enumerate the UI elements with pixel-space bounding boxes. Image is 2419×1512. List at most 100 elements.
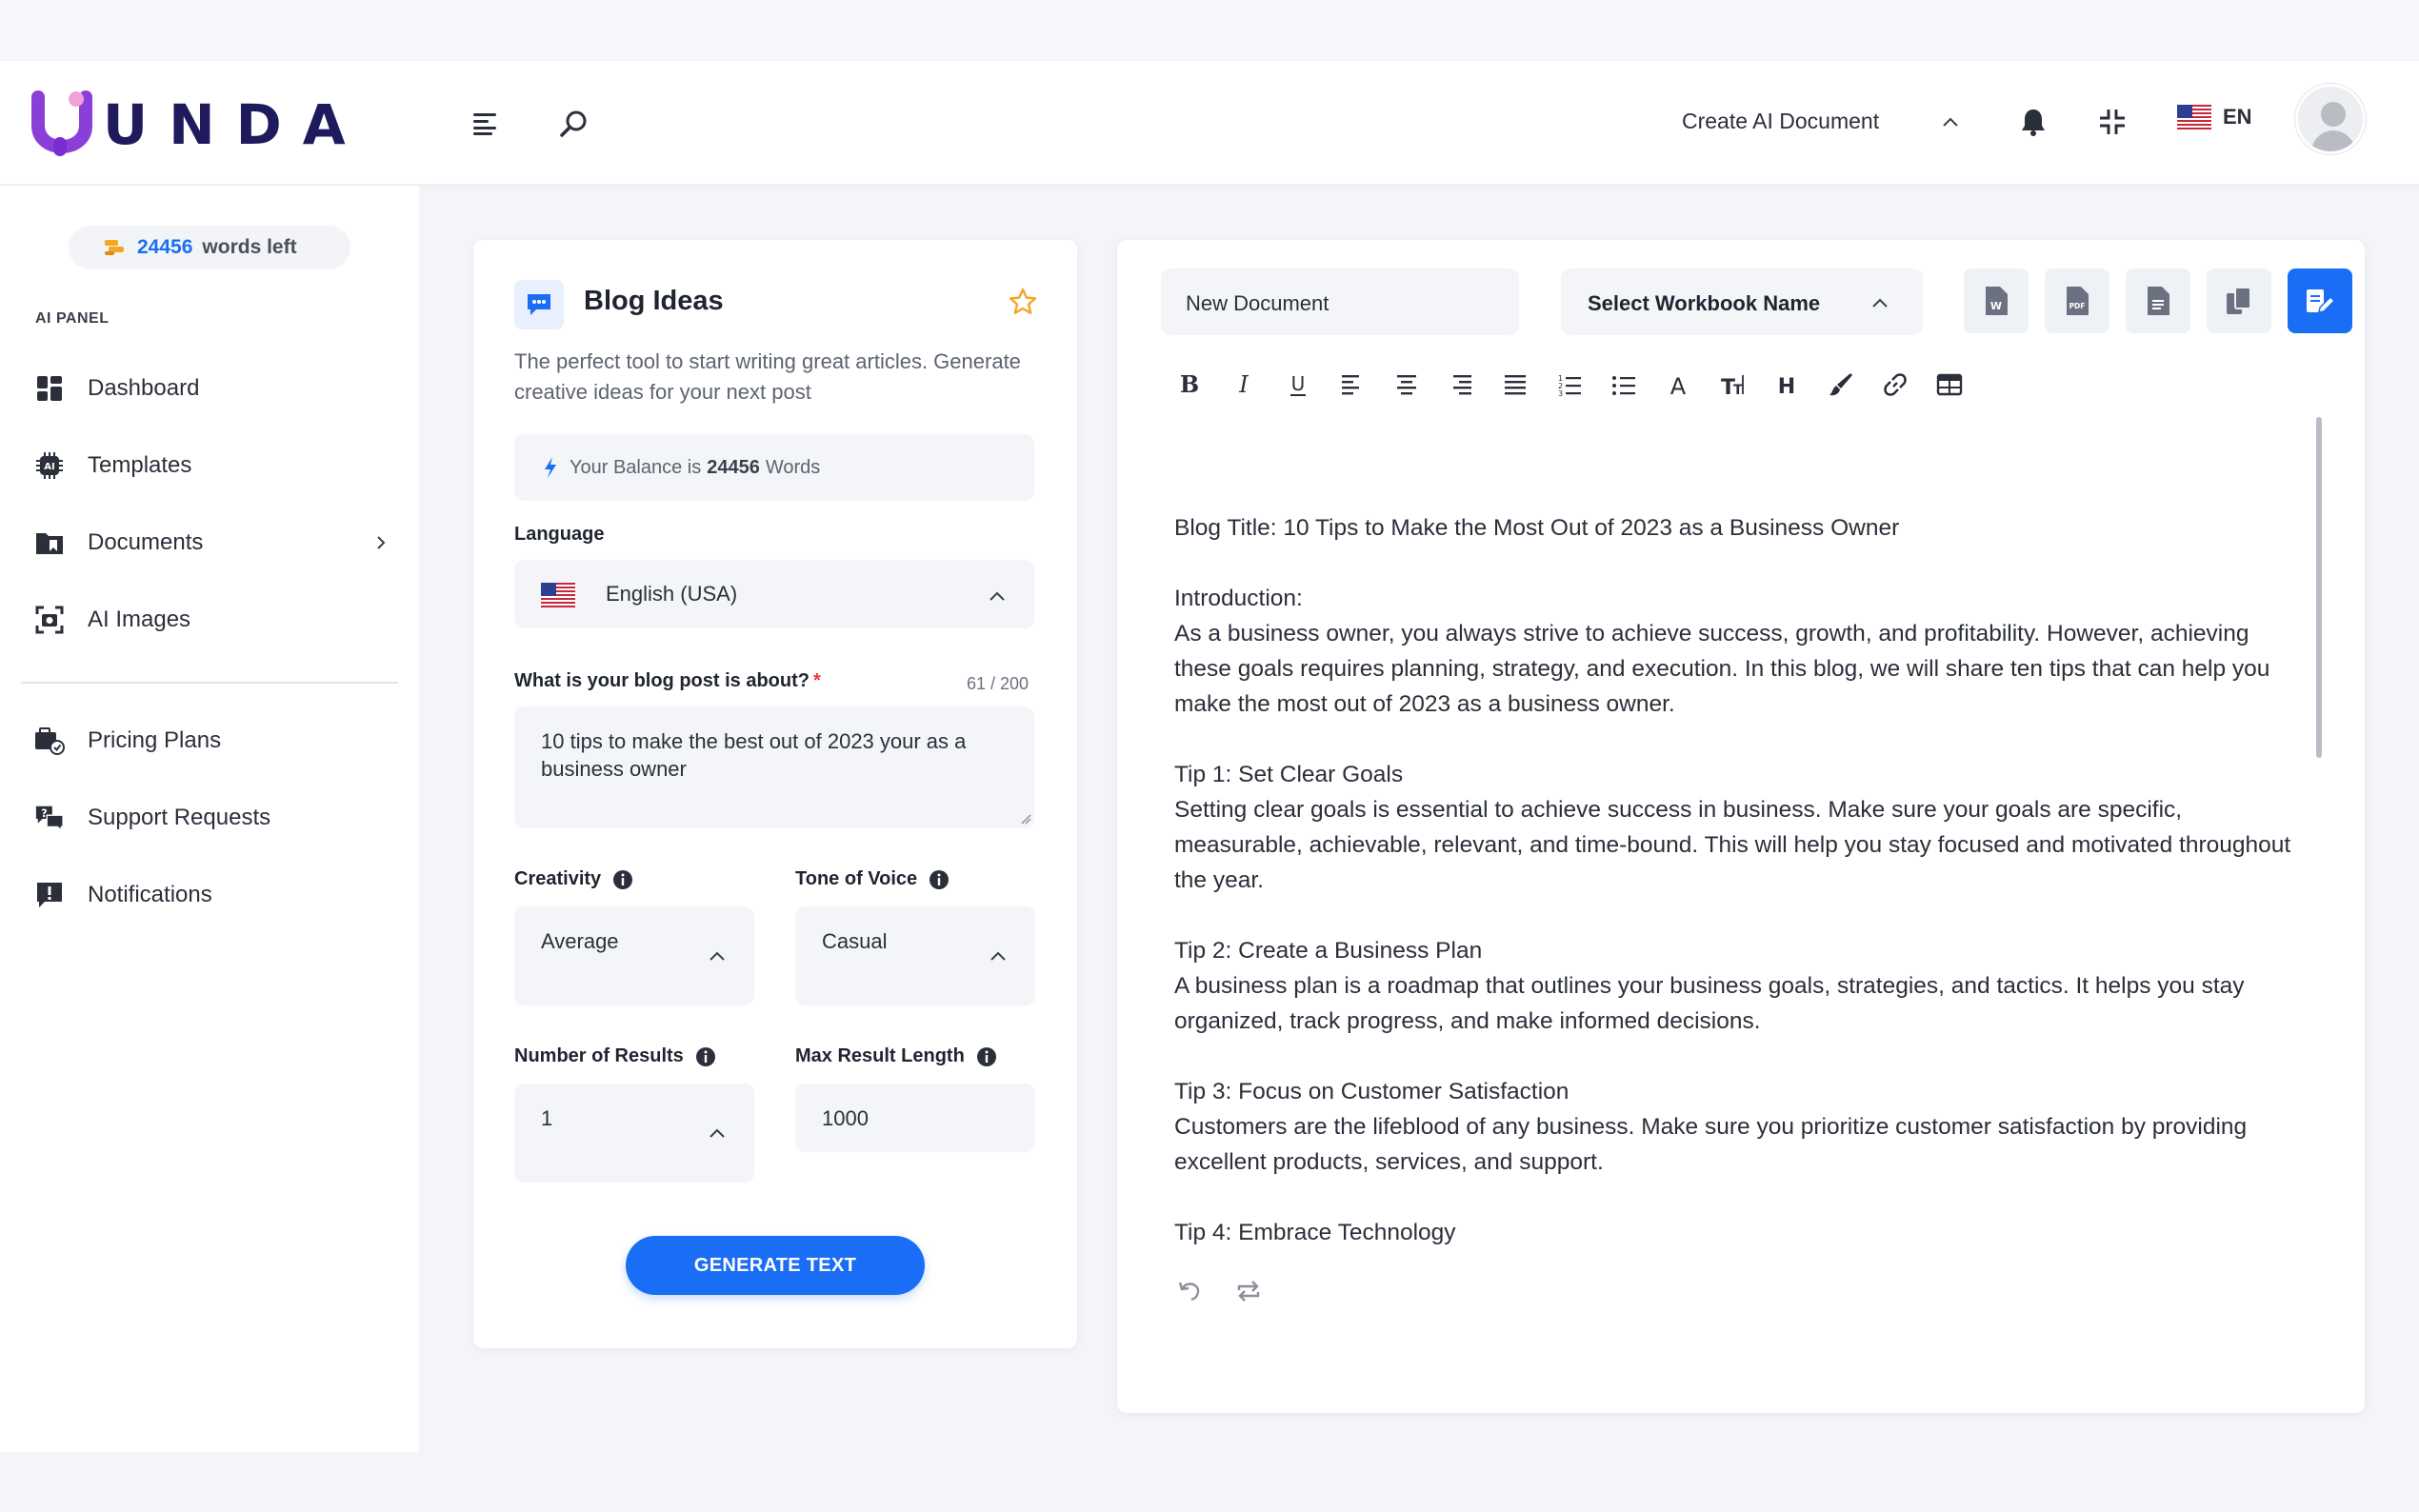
info-icon[interactable] [612,869,633,890]
editor-paragraph: Blog Title: 10 Tips to Make the Most Out… [1174,515,1900,541]
font-letter-icon: A [1670,373,1687,398]
svg-text:W: W [1990,300,2002,312]
max-length-input[interactable]: 1000 [795,1084,1035,1152]
sidebar-item-label: AI Images [88,607,191,632]
save-document-button[interactable] [2288,269,2352,333]
document-editor-card: New Document Select Workbook Name W PDF … [1117,240,2365,1413]
topic-label: What is your blog post is about? * [514,670,821,692]
sidebar-item-documents[interactable]: Documents [34,524,387,562]
results-select[interactable]: 1 [514,1084,754,1183]
font-size-button[interactable]: TT [1713,366,1751,404]
sidebar-item-notifications[interactable]: Notifications [34,876,387,914]
document-name-input[interactable]: New Document [1161,269,1519,335]
sidebar-item-templates[interactable]: AI Templates [34,447,387,485]
sidebar-item-ai-images[interactable]: AI Images [34,601,387,639]
table-icon [1936,373,1963,396]
justify-button[interactable] [1496,366,1534,404]
search-button[interactable] [552,103,594,145]
info-icon[interactable] [976,1046,997,1067]
sidebar: 24456 words left AI PANEL Dashboard AI T… [0,186,419,1452]
create-ai-document-label: Create AI Document [1682,109,1880,133]
user-avatar[interactable] [2295,84,2366,154]
underline-button[interactable]: U [1279,366,1317,404]
creativity-select[interactable]: Average [514,906,754,1005]
align-left-button[interactable] [1333,366,1371,404]
editor-toolbar: B I U 123 A TT H [1170,366,1985,404]
ordered-list-button[interactable]: 123 [1550,366,1589,404]
folder-icon [34,527,65,558]
menu-toggle-button[interactable] [465,103,507,145]
sidebar-item-support-requests[interactable]: ? Support Requests [34,799,387,837]
ordered-list-icon: 123 [1558,374,1581,398]
highlight-button[interactable] [1822,366,1860,404]
language-select[interactable]: English (USA) [514,560,1034,628]
insert-link-button[interactable] [1876,366,1914,404]
generate-text-button[interactable]: GENERATE TEXT [626,1236,925,1295]
heading-button[interactable]: H [1768,366,1806,404]
chevron-up-icon [1943,117,1958,127]
workbook-select[interactable]: Select Workbook Name [1561,269,1923,335]
redo-button[interactable] [1231,1274,1266,1308]
topic-textarea[interactable]: 10 tips to make the best out of 2023 you… [514,706,1034,828]
max-length-label-text: Max Result Length [795,1045,965,1066]
copy-button[interactable] [2207,269,2271,333]
editor-paragraph: Setting clear goals is essential to achi… [1174,797,2291,893]
logo[interactable]: UNDA [30,90,367,160]
words-left-badge: 24456 words left [69,226,350,269]
language-select-value: English (USA) [606,582,738,606]
export-word-button[interactable]: W [1964,269,2029,333]
topic-label-text: What is your blog post is about? [514,670,810,691]
tone-select[interactable]: Casual [795,906,1035,1005]
info-icon[interactable] [695,1046,716,1067]
tool-title: Blog Ideas [584,286,724,316]
link-icon [1884,373,1907,396]
undo-icon [1178,1282,1200,1302]
align-justify-icon [1505,375,1526,395]
align-right-button[interactable] [1442,366,1480,404]
support-icon: ? [34,803,65,833]
balance-suffix: Words [765,456,821,478]
font-color-button[interactable]: A [1659,366,1697,404]
favorite-star-button[interactable] [1009,288,1037,316]
info-icon[interactable] [929,869,950,890]
italic-button[interactable]: I [1225,366,1263,404]
align-center-button[interactable] [1388,366,1426,404]
coins-icon [105,240,124,255]
insert-table-button[interactable] [1930,366,1969,404]
align-center-icon [1397,375,1416,395]
notifications-button[interactable] [2012,101,2054,143]
sidebar-item-pricing-plans[interactable]: Pricing Plans [34,722,387,760]
bold-icon: B [1180,371,1199,398]
blog-ideas-form-card: Blog Ideas The perfect tool to start wri… [473,240,1077,1348]
resize-handle-icon[interactable] [1020,813,1031,825]
sidebar-item-label: Templates [88,452,192,478]
word-file-icon: W [1986,287,2008,315]
tone-select-value: Casual [822,929,888,953]
logo-mark-icon [31,90,92,156]
creativity-label-text: Creativity [514,868,602,889]
bullet-list-button[interactable] [1605,366,1643,404]
undo-button[interactable] [1172,1274,1207,1308]
svg-text:A: A [1670,373,1687,398]
create-ai-document-dropdown[interactable]: Create AI Document [1682,109,1959,134]
brush-icon [1829,373,1852,396]
editor-scrollbar[interactable] [2316,417,2322,758]
chat-bubble-icon [514,280,564,329]
bold-button[interactable]: B [1170,366,1209,404]
max-length-value: 1000 [822,1106,869,1130]
svg-text:B: B [1180,371,1199,398]
alert-message-icon [34,880,65,910]
fullscreen-exit-button[interactable] [2091,101,2133,143]
required-mark: * [813,670,821,691]
bell-icon [2022,109,2045,136]
export-text-button[interactable] [2126,269,2190,333]
document-editor-content[interactable]: Blog Title: 10 Tips to Make the Most Out… [1174,510,2298,1250]
export-pdf-button[interactable]: PDF [2045,269,2109,333]
sidebar-item-dashboard[interactable]: Dashboard [34,369,387,408]
star-icon [1009,288,1037,314]
sidebar-item-label: Support Requests [88,805,271,830]
language-switcher[interactable]: EN [2177,105,2252,129]
